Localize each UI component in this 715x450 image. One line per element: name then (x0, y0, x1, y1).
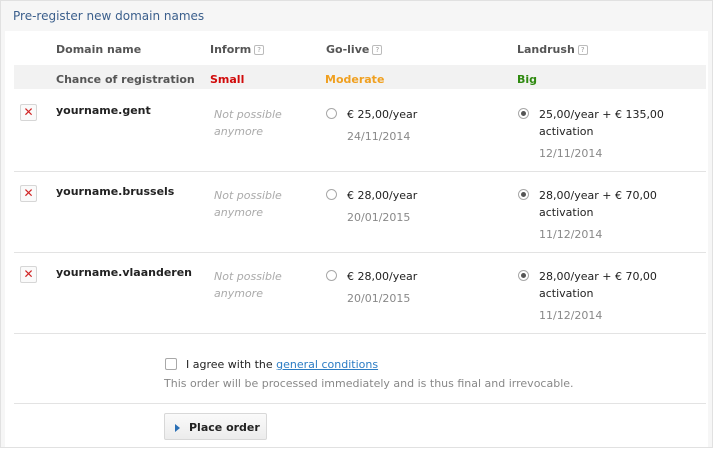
inform-status: Not possible anymore (214, 108, 282, 138)
header-landrush-label: Landrush (517, 43, 575, 56)
landrush-date: 12/11/2014 (539, 147, 603, 160)
domain-name: yourname.gent (56, 104, 151, 117)
play-arrow-icon (175, 424, 180, 432)
header-landrush: Landrush? (517, 43, 588, 56)
inform-status: Not possible anymore (214, 189, 282, 219)
chance-small: Small (210, 73, 245, 86)
panel-title: Pre-register new domain names (13, 9, 205, 23)
help-icon[interactable]: ? (372, 45, 383, 55)
landrush-date: 11/12/2014 (539, 228, 603, 241)
landrush-price: 28,00/year + € 70,00 activation (539, 268, 657, 302)
landrush-date: 11/12/2014 (539, 309, 603, 322)
landrush-price-line: 28,00/year + € 70,00 (539, 189, 657, 202)
header-domain-name: Domain name (56, 43, 142, 56)
domain-name: yourname.brussels (56, 185, 175, 198)
preregister-panel: Pre-register new domain names Domain nam… (0, 0, 713, 448)
golive-price: € 28,00/year (347, 189, 418, 202)
golive-radio[interactable] (326, 189, 337, 200)
chance-label: Chance of registration (56, 73, 195, 86)
landrush-radio[interactable] (518, 270, 529, 281)
landrush-price: 28,00/year + € 70,00 activation (539, 187, 657, 221)
landrush-activation: activation (539, 287, 594, 300)
row-divider (14, 171, 706, 172)
agree-text: I agree with the general conditions (186, 358, 378, 371)
landrush-price: 25,00/year + € 135,00 activation (539, 106, 664, 140)
help-icon[interactable]: ? (254, 45, 265, 55)
header-golive-label: Go-live (326, 43, 370, 56)
inform-status: Not possible anymore (214, 270, 282, 300)
row-divider (14, 252, 706, 253)
golive-radio[interactable] (326, 270, 337, 281)
golive-radio[interactable] (326, 108, 337, 119)
golive-price: € 28,00/year (347, 270, 418, 283)
close-x-icon: ✕ (23, 267, 34, 281)
agree-checkbox[interactable] (165, 358, 177, 370)
help-icon[interactable]: ? (577, 45, 588, 55)
row-divider (14, 333, 706, 334)
close-x-icon: ✕ (23, 105, 34, 119)
remove-domain-button[interactable]: ✕ (20, 185, 37, 202)
header-inform-label: Inform (210, 43, 252, 56)
remove-domain-button[interactable]: ✕ (20, 104, 37, 121)
place-order-label: Place order (189, 421, 260, 434)
golive-date: 20/01/2015 (347, 211, 411, 224)
chance-big: Big (517, 73, 538, 86)
preregister-content: Domain name Inform? Go-live? Landrush? C… (5, 31, 708, 447)
landrush-activation: activation (539, 125, 594, 138)
header-inform: Inform? (210, 43, 265, 56)
domain-name: yourname.vlaanderen (56, 266, 193, 279)
place-order-button[interactable]: Place order (164, 413, 267, 440)
section-divider (14, 403, 706, 404)
golive-date: 24/11/2014 (347, 130, 411, 143)
golive-price: € 25,00/year (347, 108, 418, 121)
header-golive: Go-live? (326, 43, 383, 56)
general-conditions-link[interactable]: general conditions (276, 358, 378, 371)
close-x-icon: ✕ (23, 186, 34, 200)
landrush-radio[interactable] (518, 189, 529, 200)
remove-domain-button[interactable]: ✕ (20, 266, 37, 283)
golive-date: 20/01/2015 (347, 292, 411, 305)
landrush-price-line: 25,00/year + € 135,00 (539, 108, 664, 121)
landrush-price-line: 28,00/year + € 70,00 (539, 270, 657, 283)
agree-prefix: I agree with the (186, 358, 277, 371)
chance-moderate: Moderate (325, 73, 385, 86)
final-order-note: This order will be processed immediately… (164, 377, 574, 390)
landrush-radio[interactable] (518, 108, 529, 119)
landrush-activation: activation (539, 206, 594, 219)
